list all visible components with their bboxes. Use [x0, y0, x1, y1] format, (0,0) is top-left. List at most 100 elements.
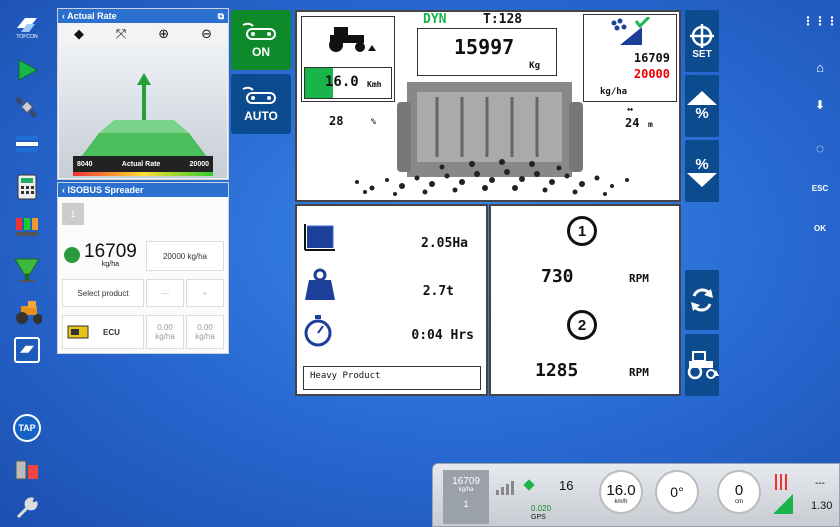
- download-icon[interactable]: ⬇: [800, 98, 840, 112]
- fit-view-icon[interactable]: ⤧: [116, 26, 126, 42]
- active-app-icon[interactable]: [12, 335, 42, 365]
- disc2-rpm-value: 1285: [535, 360, 579, 381]
- rate-unit: kg/ha: [600, 87, 628, 97]
- timer-label: T:128: [483, 12, 523, 27]
- map-toolbar: ◆ ⤧ ⊕ ⊖: [58, 23, 228, 45]
- weight-box: 15997 Kg: [417, 28, 557, 76]
- weight-icon: [305, 268, 335, 300]
- tools-icon[interactable]: [12, 493, 42, 523]
- ecu-button[interactable]: ECU: [62, 315, 144, 349]
- speed-readout: 16.0 Kmh: [304, 67, 392, 99]
- rate-up-button[interactable]: %: [685, 75, 719, 137]
- signal-bars-icon: [496, 481, 514, 495]
- expand-icon[interactable]: ⧉: [218, 9, 224, 23]
- status-rate-value: 16709: [452, 476, 480, 487]
- offset-unit: cm: [735, 499, 743, 505]
- isobus-spreader-panel: ‹ ISOBUS Spreader 1 16709 kg/ha 20000 kg…: [57, 182, 229, 354]
- section-bars-icon: [773, 474, 793, 514]
- time-value: 0:04 Hrs: [411, 328, 474, 343]
- back-chevron-icon[interactable]: ‹: [62, 185, 65, 195]
- decrease-button[interactable]: —: [146, 279, 184, 307]
- rate-scale-label: Actual Rate: [121, 160, 161, 168]
- rate-scale-max: 20000: [189, 160, 209, 168]
- heading-value: 0°: [670, 484, 684, 500]
- product-weight-value: 2.7t: [422, 284, 454, 299]
- actual-rate-header[interactable]: ‹ Actual Rate ⧉: [58, 9, 228, 23]
- gps-accuracy: 0.020: [531, 504, 552, 513]
- status-bar: 16709 kg/ha 1 16 0.020 GPS 16.0 km/h 0° …: [432, 463, 840, 527]
- counter-icon[interactable]: ⋮⋮⋮: [800, 14, 840, 28]
- back-chevron-icon[interactable]: ‹: [62, 11, 65, 21]
- totals-panel: 2.05Ha 2.7t 0:04 Hrs Heavy Product: [295, 204, 488, 396]
- zoom-out-icon[interactable]: ⊖: [201, 26, 212, 42]
- brightness-icon[interactable]: ◌: [800, 140, 840, 156]
- speed-unit: Kmh: [367, 80, 382, 89]
- area-value: 2.05Ha: [421, 236, 468, 251]
- offset-gauge[interactable]: 0 cm: [717, 470, 761, 514]
- width-value: 24: [625, 116, 640, 130]
- actual-rate-panel: ‹ Actual Rate ⧉ ◆ ⤧ ⊕ ⊖ 8040 Actual Rate…: [57, 8, 229, 180]
- disc1-rpm-value: 730: [541, 266, 574, 287]
- tractor-view-button[interactable]: [685, 334, 719, 396]
- offset-value: 0: [734, 482, 744, 499]
- isobus-header[interactable]: ‹ ISOBUS Spreader: [58, 183, 228, 197]
- angle-unit: %: [371, 117, 376, 126]
- status-section: 1: [463, 499, 469, 509]
- ecu-icon: [67, 325, 89, 339]
- target-rate-field[interactable]: 20000 kg/ha: [146, 241, 224, 271]
- home-icon[interactable]: ⌂: [800, 60, 840, 75]
- brand-logo-icon[interactable]: TOPCON: [12, 12, 42, 42]
- speed-gauge[interactable]: 16.0 km/h: [599, 470, 643, 514]
- status-dashes: ---: [815, 478, 825, 489]
- brand-caption: TOPCON: [16, 34, 38, 40]
- tractor-icon[interactable]: [12, 298, 42, 328]
- ok-button[interactable]: OK: [800, 224, 840, 233]
- status-rate-widget[interactable]: 16709 kg/ha 1: [443, 470, 489, 524]
- speed-box: 16.0 Kmh: [301, 16, 395, 102]
- guidance-icon[interactable]: [12, 55, 42, 85]
- refresh-icon: [691, 288, 713, 312]
- product-name-field[interactable]: Heavy Product: [303, 366, 481, 390]
- rate-target-value: 20000: [633, 67, 670, 81]
- width-unit: m: [648, 120, 653, 129]
- column1-value: 0.00: [157, 323, 173, 332]
- disc1-rpm-unit: RPM: [629, 272, 649, 285]
- tap-icon[interactable]: TAP: [12, 413, 42, 443]
- tractor-forward-icon: [687, 351, 719, 380]
- heading-gauge[interactable]: 0°: [655, 470, 699, 514]
- column1-unit: kg/ha: [155, 332, 175, 341]
- spreader-icon[interactable]: [12, 255, 42, 285]
- weight-value: 15997: [454, 35, 515, 59]
- width-arrow-icon: ↔: [627, 104, 634, 115]
- calculator-icon[interactable]: [12, 172, 42, 202]
- section-control-icon[interactable]: [12, 212, 42, 242]
- right-toolbar: ⋮⋮⋮ ⌂ ⬇ ◌ ESC OK: [800, 0, 840, 527]
- rate-box: 16709 20000 kg/ha: [583, 14, 677, 102]
- isobus-rate-unit: kg/ha: [101, 260, 119, 268]
- spread-area-icon: [611, 17, 650, 45]
- spread-on-button[interactable]: ON: [231, 10, 291, 70]
- esc-button[interactable]: ESC: [800, 184, 840, 193]
- increase-button[interactable]: +: [186, 279, 224, 307]
- storage-icon[interactable]: [12, 455, 42, 485]
- arrow-up-icon: [687, 90, 717, 105]
- set-button[interactable]: SET: [685, 10, 719, 72]
- column1-rate: 0.00 kg/ha: [146, 315, 184, 349]
- zoom-in-icon[interactable]: ⊕: [158, 26, 169, 42]
- status-speed-unit: km/h: [614, 499, 628, 505]
- status-speed-value: 16.0: [606, 482, 636, 499]
- select-product-button[interactable]: Select product: [62, 279, 144, 307]
- rate-down-button[interactable]: %: [685, 140, 719, 202]
- cycle-screen-button[interactable]: [685, 270, 719, 330]
- rate-gradient: [73, 172, 213, 176]
- weight-unit: Kg: [529, 61, 540, 71]
- section-indicator: 1: [62, 203, 84, 225]
- auto-button[interactable]: AUTO: [231, 74, 291, 134]
- satellite-icon[interactable]: [12, 92, 42, 122]
- layers-icon[interactable]: ◆: [74, 26, 84, 42]
- rate-up-label: %: [695, 104, 709, 122]
- rate-readout: 16709 kg/ha: [62, 239, 144, 271]
- rate-scale-bar: 8040 Actual Rate 20000: [73, 156, 213, 172]
- isobus-rate-value: 16709: [84, 240, 137, 262]
- field-data-icon[interactable]: [12, 130, 42, 160]
